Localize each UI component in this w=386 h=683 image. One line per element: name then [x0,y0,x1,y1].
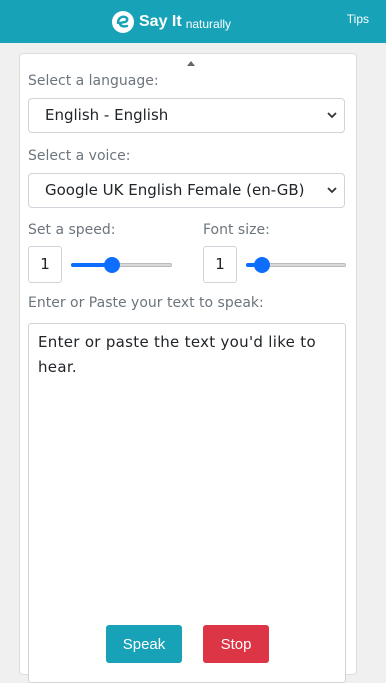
logo[interactable]: Say It naturally [112,9,231,35]
slider-thumb[interactable] [104,257,121,273]
voice-select[interactable]: Google UK English Female (en-GB) [28,173,345,208]
chevron-down-icon [327,112,337,119]
language-label: Select a language: [28,73,159,89]
collapse-arrow-icon[interactable] [187,61,195,66]
speed-slider[interactable] [71,257,172,273]
chevron-down-icon [327,187,337,194]
logo-subtitle: naturally [185,17,232,31]
font-size-label: Font size: [203,222,270,238]
language-select-value: English - English [45,106,169,124]
font-size-slider[interactable] [246,257,346,273]
slider-thumb[interactable] [254,257,271,273]
text-label: Enter or Paste your text to speak: [28,295,264,311]
language-select[interactable]: English - English [28,98,345,133]
tips-link[interactable]: Tips [347,12,369,26]
voice-label: Select a voice: [28,148,131,164]
text-placeholder: Enter or paste the text you'd like to he… [38,333,316,376]
speed-label: Set a speed: [28,222,116,238]
speed-input[interactable]: 1 [28,246,62,283]
voice-select-value: Google UK English Female (en-GB) [45,181,305,199]
logo-icon [112,11,134,33]
text-input[interactable]: Enter or paste the text you'd like to he… [28,323,346,683]
app-header: Say It naturally Tips [0,0,386,43]
font-size-input[interactable]: 1 [203,246,237,283]
stop-button[interactable]: Stop [203,625,269,663]
speak-button[interactable]: Speak [106,625,182,663]
logo-title: Say It [139,13,182,30]
